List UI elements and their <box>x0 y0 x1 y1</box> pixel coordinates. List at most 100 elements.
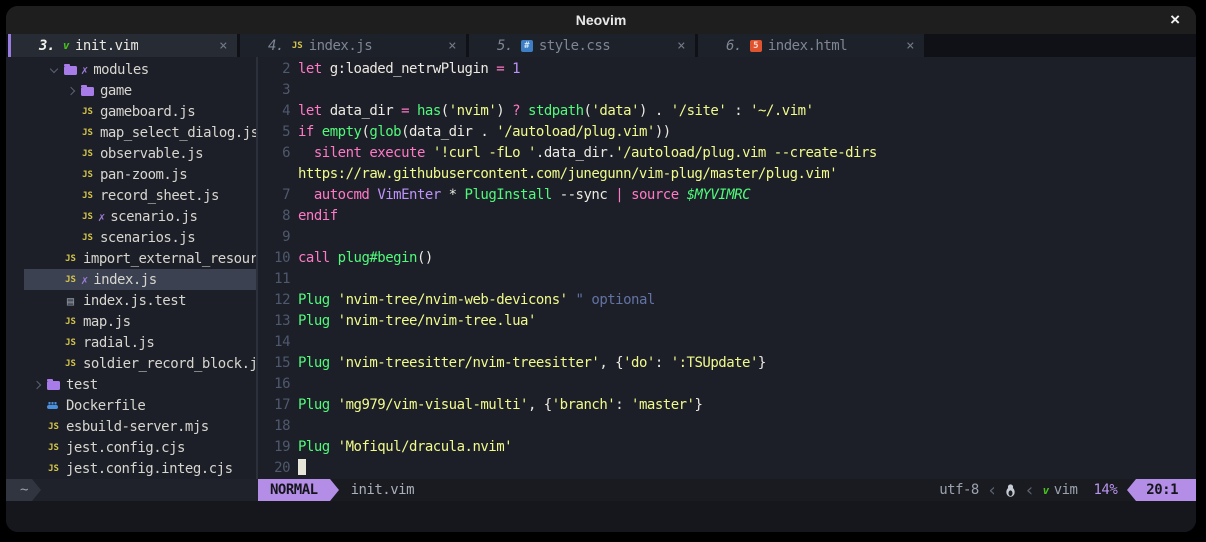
tree-status-segment: ~ <box>6 479 32 501</box>
command-line[interactable] <box>6 501 1196 532</box>
editor-buffer[interactable]: 2let g:loaded_netrwPlugin = 134let data_… <box>258 57 1196 479</box>
code-line-3[interactable]: 3 <box>258 80 1196 101</box>
code-line-12[interactable]: 12Plug 'nvim-tree/nvim-web-devicons' " o… <box>258 290 1196 311</box>
code-text: Plug 'Mofiqul/dracula.nvim' <box>298 437 1196 458</box>
tab-style-css[interactable]: 5.#style.css× <box>469 34 695 57</box>
encoding-label: utf-8 <box>939 479 979 501</box>
file-icon-slot: ▤ <box>63 294 78 308</box>
tree-item-index-js-test[interactable]: ▤ index.js.test <box>6 290 256 311</box>
tree-item-observable-js[interactable]: JS observable.js <box>6 143 256 164</box>
tree-item-esbuild-server-mjs[interactable]: JSesbuild-server.mjs <box>6 416 256 437</box>
code-text: silent execute '!curl -fLo '.data_dir.'/… <box>298 143 1196 185</box>
code-text: call plug#begin() <box>298 248 1196 269</box>
code-line-10[interactable]: 10call plug#begin() <box>258 248 1196 269</box>
code-text <box>298 227 1196 248</box>
tab-index-js[interactable]: 4.JSindex.js× <box>240 34 466 57</box>
tab-close-icon[interactable]: × <box>677 38 685 54</box>
chevron-left-icon: ‹ <box>1024 479 1034 501</box>
file-icon-slot: JS <box>63 275 78 285</box>
folder-icon <box>81 87 94 96</box>
tree-item-map-js[interactable]: JSmap.js <box>6 311 256 332</box>
tab-close-icon[interactable]: × <box>219 38 227 54</box>
chevron-right-icon[interactable] <box>30 382 43 388</box>
code-line-16[interactable]: 16 <box>258 374 1196 395</box>
tab-close-icon[interactable]: × <box>448 38 456 54</box>
css-icon: # <box>521 40 533 52</box>
x-mark-icon: ✗ <box>81 63 88 77</box>
code-line-18[interactable]: 18 <box>258 416 1196 437</box>
javascript-icon: JS <box>65 359 76 369</box>
tree-item-label: pan-zoom.js <box>100 167 187 183</box>
tree-item-dockerfile[interactable]: Dockerfile <box>6 395 256 416</box>
tree-item-label: jest.config.cjs <box>66 440 185 456</box>
code-line-5[interactable]: 5if empty(glob(data_dir . '/autoload/plu… <box>258 122 1196 143</box>
tree-item-scenarios-js[interactable]: JSscenarios.js <box>6 227 256 248</box>
window-close-button[interactable]: × <box>1170 6 1180 34</box>
line-number: 18 <box>258 416 298 437</box>
tree-item-pan-zoom-js[interactable]: JS pan-zoom.js <box>6 164 256 185</box>
tree-item-label: jest.config.integ.cjs <box>66 461 233 477</box>
tree-item-jest-config-cjs[interactable]: JS jest.config.cjs <box>6 437 256 458</box>
statusline-filename: init.vim <box>351 479 414 501</box>
titlebar[interactable]: Neovim × <box>6 6 1196 34</box>
code-line-15[interactable]: 15Plug 'nvim-treesitter/nvim-treesitter'… <box>258 353 1196 374</box>
tree-item-test[interactable]: test <box>6 374 256 395</box>
tree-item-scenario-js[interactable]: JS✗scenario.js <box>6 206 256 227</box>
tree-item-index-js[interactable]: JS✗index.js <box>6 269 256 290</box>
code-line-9[interactable]: 9 <box>258 227 1196 248</box>
tree-item-import-external-resour[interactable]: JS import_external_resour <box>6 248 256 269</box>
tab-number: 3. <box>39 38 55 54</box>
tree-item-label: observable.js <box>100 146 203 162</box>
code-line-19[interactable]: 19Plug 'Mofiqul/dracula.nvim' <box>258 437 1196 458</box>
tree-item-label: import_external_resour <box>83 251 256 267</box>
javascript-icon: JS <box>82 212 93 222</box>
code-line-2[interactable]: 2let g:loaded_netrwPlugin = 1 <box>258 59 1196 80</box>
code-line-20[interactable]: 20 <box>258 458 1196 479</box>
javascript-icon: JS <box>82 170 93 180</box>
code-line-14[interactable]: 14 <box>258 332 1196 353</box>
tree-item-label: test <box>66 377 98 393</box>
code-text: autocmd VimEnter * PlugInstall --sync | … <box>298 185 1196 206</box>
tree-item-jest-config-integ-cjs[interactable]: JS jest.config.integ.cjs <box>6 458 256 479</box>
javascript-icon: JS <box>48 464 59 474</box>
javascript-icon: JS <box>82 233 93 243</box>
tab-index-html[interactable]: 6.5index.html× <box>698 34 924 57</box>
tab-close-icon[interactable]: × <box>906 38 914 54</box>
file-icon-slot: JS <box>63 254 78 264</box>
tree-item-game[interactable]: game <box>6 80 256 101</box>
file-explorer: ✗modulesgameJSgameboard.jsJSmap_select_d… <box>6 57 256 479</box>
chevron-down-icon[interactable] <box>47 68 60 72</box>
javascript-icon: JS <box>65 254 76 264</box>
docker-whale-icon <box>47 401 60 411</box>
chevron-right-icon[interactable] <box>64 88 77 94</box>
tree-item-label: soldier_record_block.j <box>83 356 256 372</box>
document-icon: ▤ <box>67 294 74 308</box>
code-line-13[interactable]: 13Plug 'nvim-tree/nvim-tree.lua' <box>258 311 1196 332</box>
tab-number: 6. <box>726 38 742 54</box>
code-line-8[interactable]: 8endif <box>258 206 1196 227</box>
file-icon-slot: JS <box>80 233 95 243</box>
tree-item-record-sheet-js[interactable]: JSrecord_sheet.js <box>6 185 256 206</box>
tree-item-label: map_select_dialog.js <box>100 125 256 141</box>
code-line-6[interactable]: 6 silent execute '!curl -fLo '.data_dir.… <box>258 143 1196 185</box>
line-number: 5 <box>258 122 298 143</box>
code-text <box>298 269 1196 290</box>
javascript-icon: JS <box>65 275 76 285</box>
code-line-17[interactable]: 17Plug 'mg979/vim-visual-multi', {'branc… <box>258 395 1196 416</box>
code-text <box>298 332 1196 353</box>
tree-item-soldier-record-block-j[interactable]: JS soldier_record_block.j <box>6 353 256 374</box>
tree-item-label: index.js.test <box>83 293 186 309</box>
tree-item-gameboard-js[interactable]: JSgameboard.js <box>6 101 256 122</box>
file-icon-slot: JS <box>80 107 95 117</box>
tree-item-modules[interactable]: ✗modules <box>6 59 256 80</box>
tree-item-label: radial.js <box>83 335 154 351</box>
javascript-icon: JS <box>48 443 59 453</box>
tree-item-radial-js[interactable]: JSradial.js <box>6 332 256 353</box>
code-line-7[interactable]: 7 autocmd VimEnter * PlugInstall --sync … <box>258 185 1196 206</box>
code-line-11[interactable]: 11 <box>258 269 1196 290</box>
tab-init-vim[interactable]: 3.vinit.vim× <box>11 34 237 57</box>
code-line-4[interactable]: 4let data_dir = has('nvim') ? stdpath('d… <box>258 101 1196 122</box>
javascript-icon: JS <box>82 149 93 159</box>
tree-item-map-select-dialog-js[interactable]: JSmap_select_dialog.js <box>6 122 256 143</box>
statusline-spacer <box>414 479 939 501</box>
